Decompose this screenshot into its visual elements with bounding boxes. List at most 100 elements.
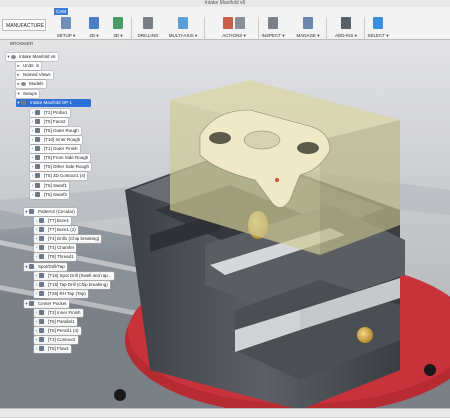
setup-icon	[61, 17, 71, 29]
multi-axis-icon	[178, 17, 188, 29]
operation-icon	[35, 119, 40, 125]
title-bar: Intake Manifold v6	[0, 0, 450, 7]
inspect-icon	[268, 17, 278, 29]
post-process-icon	[235, 17, 245, 29]
tree-item[interactable]: › [T6] Flow1	[34, 345, 72, 353]
operation-icon	[39, 236, 44, 242]
workspace-switcher[interactable]: MANUFACTURE	[2, 19, 46, 31]
tree-item[interactable]: › [T8] Thread1	[34, 253, 76, 261]
operation-icon	[35, 164, 40, 170]
tree-item[interactable]: › [T5] Swarf2	[30, 191, 70, 199]
drilling-icon	[143, 17, 153, 29]
tree-item[interactable]: › [T5] Outer Rough	[30, 127, 81, 135]
browser-header: BROWSER	[0, 40, 128, 48]
window-title: Intake Manifold v6	[204, 0, 246, 6]
tree-item[interactable]: › [T5] From Side Rough	[30, 154, 91, 162]
operation-icon	[35, 183, 40, 189]
operation-icon	[35, 192, 40, 198]
tree-item[interactable]: › [T15] Tap Drill (Chip breaking)	[34, 281, 110, 289]
operation-icon	[39, 245, 44, 251]
folder-icon	[29, 264, 34, 270]
tree-item[interactable]: › [T2] Inner Finish	[34, 309, 83, 317]
tree-item[interactable]: › [T6] Pencil1 (4)	[34, 327, 81, 335]
add-ins-icon	[341, 17, 351, 29]
tree-item[interactable]: › [T2] Probe1	[30, 109, 70, 117]
operation-icon	[35, 155, 40, 161]
operation-icon	[35, 137, 40, 143]
operation-icon	[39, 254, 44, 260]
tree-item[interactable]: › [T26] RH Tap (Tap)	[34, 290, 88, 298]
folder-icon	[29, 209, 34, 215]
tree-item[interactable]: ▸ Models	[16, 80, 46, 88]
tree-item[interactable]: › [T1] Outer Finish	[30, 145, 80, 153]
tree-item[interactable]: › [T5] Other Side Rough	[30, 163, 92, 171]
2d-group[interactable]: 2D ▾	[84, 17, 104, 39]
tree-item-selected[interactable]: ▾ Intake Manifold OP 1	[16, 99, 91, 107]
3d-label: 3D ▾	[113, 33, 123, 38]
operation-icon	[39, 291, 44, 297]
tree-item[interactable]: › [T6] Parallel1	[34, 318, 77, 326]
browser-panel: BROWSER ▾ Intake Manifold v6 ▸ Units: in ▸…	[0, 40, 128, 416]
manage-group[interactable]: MANAGE ▾	[292, 17, 324, 39]
operation-icon	[39, 282, 44, 288]
tree-item[interactable]: › [T10] Inner Rough	[30, 136, 83, 144]
actions-group[interactable]: ACTIONS ▾	[212, 17, 256, 39]
toolbar-divider	[204, 17, 205, 41]
3d-icon	[113, 17, 123, 29]
tree-item[interactable]: › [T3] Contour2	[34, 336, 78, 344]
toolbar: MANUFACTURE CAM SETUP ▾ 2D ▾ 3D ▾ DRILLI…	[0, 7, 450, 41]
operation-icon	[35, 128, 40, 134]
tree-item[interactable]: ▾ Spot/Drill/Tap	[24, 263, 67, 271]
tree-item[interactable]: › [T4] Chamfer	[34, 244, 77, 252]
select-label: SELECT ▾	[367, 33, 389, 38]
toolbar-divider	[326, 17, 327, 41]
operation-icon	[35, 110, 40, 116]
tree-item[interactable]: ▾ Intake Manifold v6	[6, 53, 58, 61]
operation-icon	[39, 337, 44, 343]
add-ins-group[interactable]: ADD-INS ▾	[330, 17, 362, 39]
operation-icon	[39, 328, 44, 334]
setup-icon	[21, 100, 26, 106]
multi-axis-group[interactable]: MULTI-AXIS ▾	[166, 17, 200, 39]
tree-item[interactable]: › [T5] Swarf1	[30, 182, 70, 190]
select-icon	[373, 17, 383, 29]
folder-icon	[29, 301, 34, 307]
tree-item[interactable]: › [T5] Face2	[30, 118, 68, 126]
tab-cam[interactable]: CAM	[54, 8, 68, 15]
operation-icon	[35, 173, 40, 179]
2d-icon	[89, 17, 99, 29]
tree-item[interactable]: › [T5] 3D Contour1 (4)	[30, 172, 88, 180]
actions-label: ACTIONS ▾	[222, 33, 246, 38]
eye-icon[interactable]	[21, 81, 26, 86]
setup-group[interactable]: SETUP ▾	[54, 17, 78, 39]
tree-item[interactable]: ▾ Center Pocket	[24, 300, 69, 308]
select-group[interactable]: SELECT ▾	[366, 17, 390, 39]
manage-label: MANAGE ▾	[296, 33, 320, 38]
toolbar-divider	[364, 17, 365, 41]
tree-item[interactable]: ▾ Setups	[16, 90, 40, 98]
inspect-group[interactable]: INSPECT ▾	[261, 17, 285, 39]
tree-item[interactable]: › [T16] Spot Drill (Swell and rap...	[34, 272, 114, 280]
operation-icon	[39, 227, 44, 233]
drilling-group[interactable]: DRILLING	[134, 17, 162, 38]
operation-icon	[39, 319, 44, 325]
tree-item[interactable]: ▸ Units: in	[16, 62, 42, 70]
tree-item[interactable]: ▸ Named Views	[16, 71, 53, 79]
tree-item[interactable]: ▾ Pattern2 (Circular)	[24, 208, 77, 216]
eye-icon[interactable]	[11, 54, 16, 59]
multi-axis-label: MULTI-AXIS ▾	[168, 33, 198, 38]
actions-icon	[223, 17, 233, 29]
tree-item[interactable]: › [T7] Bore1 (2)	[34, 226, 78, 234]
drilling-label: DRILLING	[137, 33, 159, 38]
setup-label: SETUP ▾	[56, 33, 76, 38]
operation-icon	[39, 218, 44, 224]
toolbar-divider	[258, 17, 259, 41]
tree-item[interactable]: › [T4] Drill1 (Chip breaking)	[34, 235, 102, 243]
operation-icon	[39, 346, 44, 352]
operation-icon	[39, 273, 44, 279]
toolbar-divider	[131, 17, 132, 41]
operation-icon	[39, 310, 44, 316]
inspect-label: INSPECT ▾	[261, 33, 285, 38]
3d-group[interactable]: 3D ▾	[108, 17, 128, 39]
tree-item[interactable]: › [T7] Bore1	[34, 217, 72, 225]
